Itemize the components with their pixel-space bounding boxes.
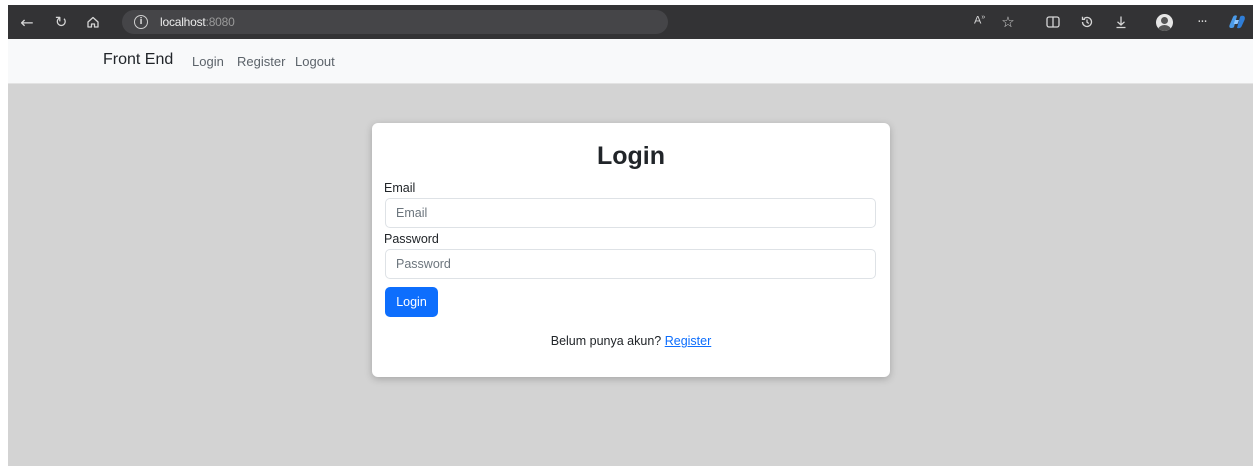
password-label: Password: [384, 232, 439, 246]
nav-link-register[interactable]: Register: [237, 54, 285, 69]
favorite-star-icon[interactable]: ☆: [998, 5, 1018, 39]
browser-toolbar: ← ↻ i localhost:8080 A» ☆ ···: [8, 5, 1253, 39]
navbar-brand[interactable]: Front End: [103, 51, 173, 69]
home-icon[interactable]: [80, 5, 106, 39]
register-link[interactable]: Register: [665, 334, 712, 348]
url-text[interactable]: localhost:8080: [160, 15, 235, 29]
read-aloud-icon[interactable]: A»: [974, 14, 985, 27]
register-prompt-line: Belum punya akun? Register: [372, 334, 890, 348]
address-bar[interactable]: i localhost:8080: [122, 10, 668, 34]
copilot-icon[interactable]: [1228, 14, 1246, 30]
split-screen-icon[interactable]: [1043, 5, 1063, 39]
login-button[interactable]: Login: [385, 287, 438, 317]
browser-window: ← ↻ i localhost:8080 A» ☆ ··· Front End …: [8, 5, 1253, 466]
url-port: :8080: [205, 15, 235, 29]
email-input[interactable]: [385, 198, 876, 228]
card-title: Login: [596, 142, 666, 170]
nav-link-logout[interactable]: Logout: [295, 54, 335, 69]
more-icon[interactable]: ···: [1190, 5, 1214, 39]
site-info-icon[interactable]: i: [134, 15, 148, 29]
email-label: Email: [384, 181, 416, 195]
register-prompt-text: Belum punya akun?: [550, 334, 662, 348]
refresh-icon[interactable]: ↻: [48, 5, 74, 39]
url-host: localhost: [160, 15, 206, 29]
history-icon[interactable]: [1077, 5, 1097, 39]
nav-link-login[interactable]: Login: [192, 54, 224, 69]
download-icon[interactable]: [1111, 5, 1131, 39]
site-navbar: Front End Login Register Logout: [8, 39, 1253, 84]
password-input[interactable]: [385, 249, 876, 279]
login-card: Login Email Password Login Belum punya a…: [372, 123, 890, 377]
read-aloud-mark: »: [981, 14, 986, 21]
profile-icon[interactable]: [1156, 14, 1173, 31]
back-arrow-icon[interactable]: ←: [12, 5, 42, 39]
